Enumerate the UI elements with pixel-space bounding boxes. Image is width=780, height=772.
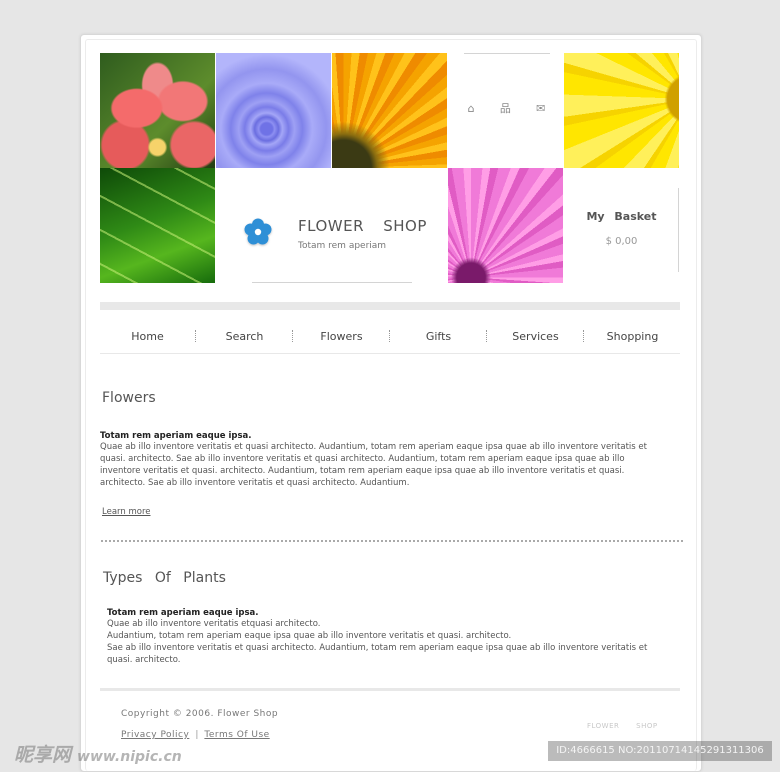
nav-item-search[interactable]: Search [197,330,292,343]
nav-item-flowers[interactable]: Flowers [294,330,389,343]
main-nav: Home Search Flowers Gifts Services Shopp… [100,319,680,354]
footer-brand-text: FLOWER SHOP [587,722,658,730]
watermark-left: 昵享网 www.nipic.cn [14,740,182,767]
brand-divider [252,282,412,283]
plants-section-text: Totam rem aperiam eaque ipsa. Quae ab il… [107,608,672,666]
brand-title: FLOWER SHOP [298,217,427,235]
brand-box: FLOWER SHOP Totam rem aperiam [216,168,446,283]
plants-line: quasi. architecto. [107,655,181,665]
flowers-section-title: Flowers [102,390,156,406]
nav-item-shopping[interactable]: Shopping [585,330,680,343]
watermark-id: ID:4666615 NO:20110714145291311306 [548,741,772,761]
nav-top-bar [100,302,680,310]
page-container: ⌂ 品 ✉ FLOWER SHOP Totam rem aperiam My B… [80,34,702,772]
flowers-line: inventore veritatis et quasi. architecto… [100,466,625,476]
plants-section-title: Types Of Plants [103,570,226,586]
lily-photo-tile [100,53,215,168]
flowers-line: architecto. Sae ab illo inventore verita… [100,478,410,488]
terms-of-use-link[interactable]: Terms Of Use [204,730,269,740]
plants-line: Audantium, totam rem aperiam eaque ipsa … [107,631,512,641]
nav-item-services[interactable]: Services [488,330,583,343]
header-icon-box: ⌂ 品 ✉ [449,53,564,168]
yellow-flower-photo-tile [564,53,679,168]
dahlia-photo-tile [448,168,563,283]
leaf-photo-tile [100,168,215,283]
sitemap-icon[interactable]: 品 [500,103,511,115]
plants-line: Sae ab illo inventore veritatis et quasi… [107,643,648,653]
watermark-url: www.nipic.cn [77,749,182,765]
plants-line: Quae ab illo inventore veritatis etquasi… [107,619,321,629]
orange-flower-photo-tile [332,53,447,168]
footer-links: Privacy Policy | Terms Of Use [121,730,270,740]
basket-amount: $ 0,00 [605,236,638,247]
watermark-logo-text: 昵享网 [14,744,72,766]
flowers-section-text: Totam rem aperiam eaque ipsa. Quae ab il… [100,431,670,489]
nav-item-home[interactable]: Home [100,330,195,343]
flowers-line: quasi. architecto. Sae ab illo inventore… [100,454,625,464]
copyright-text: Copyright © 2006. Flower Shop [121,709,279,719]
flowers-line: Quae ab illo inventore veritatis et quas… [100,442,647,452]
flowers-lead: Totam rem aperiam eaque ipsa. [100,431,252,441]
brand-subtitle: Totam rem aperiam [298,241,387,251]
home-icon[interactable]: ⌂ [468,103,475,115]
basket-divider [678,188,679,272]
footer-link-separator: | [195,730,199,740]
logo-flower-icon [244,218,272,245]
plants-lead: Totam rem aperiam eaque ipsa. [107,608,259,618]
dotted-divider [101,540,683,544]
basket-box[interactable]: My Basket $ 0,00 [564,168,679,283]
learn-more-link[interactable]: Learn more [102,507,150,517]
header-icons: ⌂ 品 ✉ [449,103,564,115]
icon-box-divider [464,53,550,54]
nav-item-gifts[interactable]: Gifts [391,330,486,343]
privacy-policy-link[interactable]: Privacy Policy [121,730,189,740]
basket-title[interactable]: My Basket [564,210,679,223]
rose-photo-tile [216,53,331,168]
footer-divider [100,688,680,691]
mail-icon[interactable]: ✉ [536,103,545,115]
